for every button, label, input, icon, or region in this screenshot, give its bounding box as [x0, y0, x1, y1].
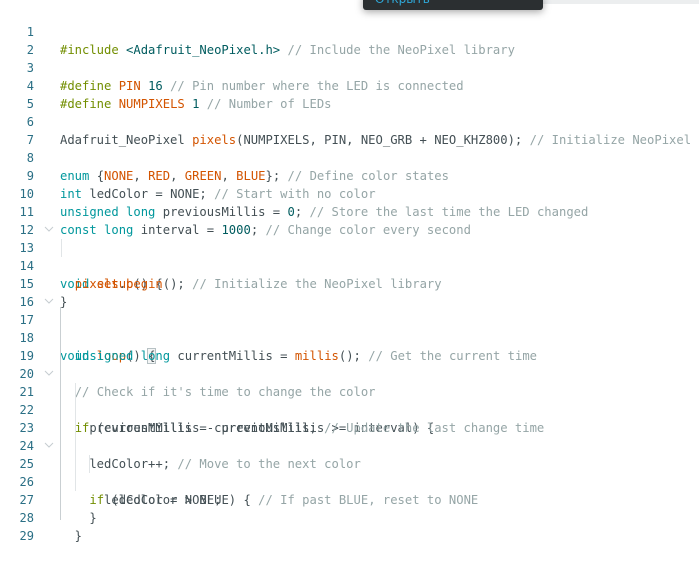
- code-line[interactable]: 29: [0, 509, 699, 543]
- indent-guide: [61, 239, 62, 257]
- code-line[interactable]: 13 void setup() {: [0, 221, 699, 291]
- line-number: 29: [19, 529, 34, 543]
- code-line[interactable]: 2: [0, 23, 699, 57]
- fold-chevron-icon[interactable]: [44, 221, 54, 239]
- code-line[interactable]: 16: [0, 275, 699, 309]
- code-line[interactable]: 3 #define PIN 16 // Pin number where the…: [0, 41, 699, 93]
- code-line[interactable]: 12: [0, 203, 699, 237]
- code-line[interactable]: 28 }: [0, 491, 699, 543]
- code-line[interactable]: 17 void loop() {: [0, 293, 699, 364]
- code-line[interactable]: 8 enum {NONE, RED, GREEN, BLUE}; // Defi…: [0, 131, 699, 183]
- code-line[interactable]: 19: [0, 329, 699, 363]
- code-line[interactable]: 15 }: [0, 257, 699, 309]
- code-line[interactable]: 5: [0, 77, 699, 111]
- code-line[interactable]: 23: [0, 401, 699, 435]
- code-editor[interactable]: 1 #include <Adafruit_NeoPixel.h> // Incl…: [0, 5, 699, 543]
- code-line[interactable]: 11 const long interval = 1000; // Change…: [0, 185, 699, 237]
- code-line[interactable]: 18 unsigned long currentMillis = millis(…: [0, 311, 699, 363]
- code-line[interactable]: 4 #define NUMPIXELS 1 // Number of LEDs: [0, 59, 699, 111]
- indent-guide: [89, 455, 90, 473]
- code-line[interactable]: 25 if (ledColor > BLUE) { // If past BLU…: [0, 437, 699, 507]
- code-line[interactable]: 7: [0, 113, 699, 147]
- indent-guide: [75, 383, 76, 491]
- punct: }: [60, 529, 83, 543]
- code-line[interactable]: 21 if (currentMillis - previousMillis >=…: [0, 365, 699, 435]
- code-line[interactable]: 9 int ledColor = NONE; // Start with no …: [0, 149, 699, 201]
- code-line[interactable]: 27 }: [0, 473, 699, 525]
- fold-chevron-icon[interactable]: [44, 437, 54, 455]
- code-line[interactable]: 10 unsigned long previousMillis = 0; // …: [0, 167, 699, 219]
- code-line[interactable]: 14 pixels.begin(); // Initialize the Neo…: [0, 239, 699, 291]
- fold-chevron-icon[interactable]: [44, 365, 54, 383]
- code-line[interactable]: 1 #include <Adafruit_NeoPixel.h> // Incl…: [0, 5, 699, 57]
- tooltip-popup[interactable]: Открыть: [363, 0, 543, 10]
- tooltip-label[interactable]: Открыть: [375, 0, 430, 6]
- fold-chevron-icon[interactable]: [44, 293, 54, 311]
- code-line[interactable]: 22 previousMillis = currentMillis; // Up…: [0, 383, 699, 435]
- code-line[interactable]: 24 ledColor++; // Move to the next color: [0, 419, 699, 471]
- function-scope-guide: [60, 307, 61, 520]
- code-line[interactable]: 26 ledColor = NONE;: [0, 455, 699, 507]
- code-line[interactable]: 6 Adafruit_NeoPixel pixels(NUMPIXELS, PI…: [0, 95, 699, 147]
- code-line[interactable]: 20 // Check if it's time to change the c…: [0, 347, 699, 399]
